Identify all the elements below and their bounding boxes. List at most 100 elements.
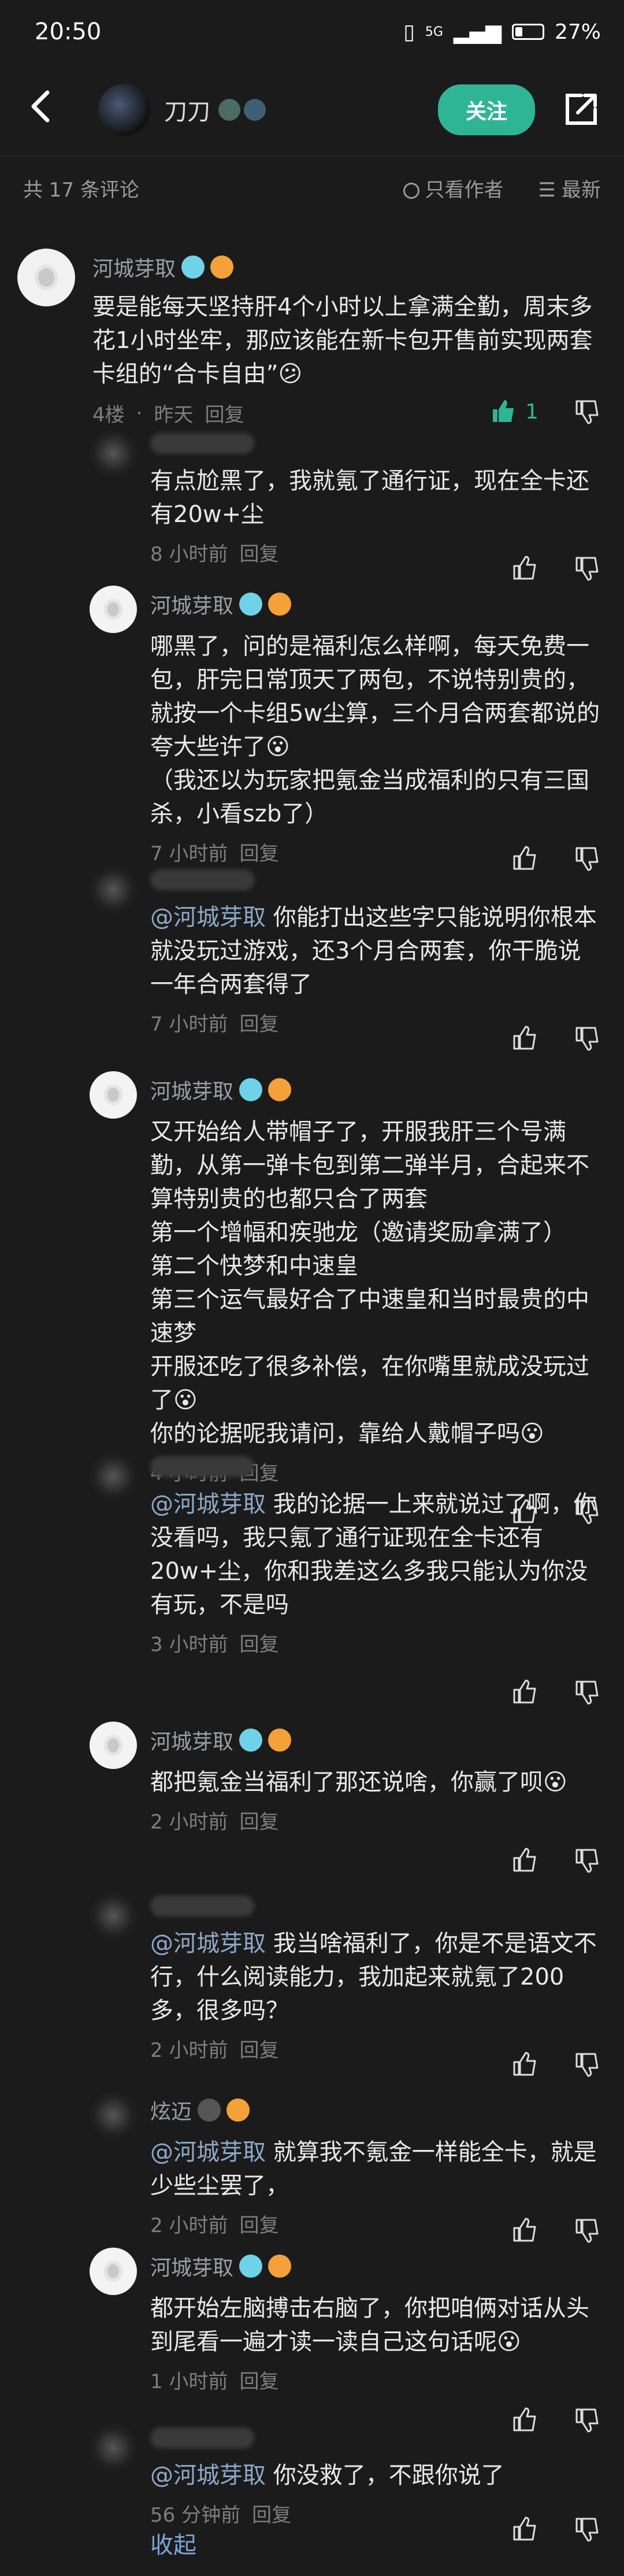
reply-button[interactable]: 回复 [239,538,278,567]
avatar[interactable] [90,1453,137,1500]
reply-username[interactable]: 炫迈 [150,2095,192,2125]
reply-time: 7 小时前 [150,842,228,865]
medal-icon [226,2098,250,2122]
reply-mention[interactable]: @河城芽取 [150,1491,266,1518]
comments-header: 共 17 条评论 只看作者 ☰ 最新 [0,156,624,220]
network-label: 5G [425,24,443,39]
badge-icon [218,98,240,121]
dislike-icon[interactable] [573,398,601,425]
vibrate-icon: ▯ [403,20,415,44]
reply-time: 2 小时前 [150,2039,228,2062]
reply-username-blurred[interactable] [150,2427,254,2448]
dislike-icon[interactable] [573,2515,601,2543]
reply-text: @河城芽取 你能打出这些字只能说明你根本就没玩过游戏，还3个月合两套，你干脆说一… [150,904,597,998]
only-author-toggle[interactable]: 只看作者 [403,174,504,202]
reply-username-blurred[interactable] [150,1456,254,1477]
collapse-button[interactable]: 收起 [150,2526,196,2560]
reply-button[interactable]: 回复 [239,2209,278,2238]
reply-text: @河城芽取 我的论据一上来就说过了啊，你没看吗，我只氪了通行证现在全卡还有20w… [150,1491,597,1618]
level-icon [181,256,205,279]
dislike-icon[interactable] [573,1846,601,1874]
like-icon[interactable] [511,554,538,582]
dislike-icon[interactable] [573,554,601,582]
reply-text: @河城芽取 你没救了，不跟你说了 [150,2462,504,2489]
medal-icon [210,256,234,279]
like-icon[interactable] [511,845,538,872]
level-icon [239,2255,263,2278]
avatar[interactable] [90,430,137,477]
reply-button[interactable]: 回复 [252,2499,291,2527]
comment-time: 昨天 [154,404,194,427]
like-count: 1 [525,399,538,424]
avatar[interactable] [90,1722,137,1769]
level-icon [239,593,263,616]
avatar[interactable] [90,866,137,913]
author-avatar[interactable] [98,83,150,136]
reply-text: @河城芽取 我当啥福利了，你是不是语文不行，什么阅读能力，我加起来就氪了200多… [150,1930,597,2024]
reply-button[interactable]: 回复 [239,2366,278,2394]
like-icon[interactable] [511,1024,538,1052]
reply-username-blurred[interactable] [150,1896,254,1916]
status-time: 20:50 [35,18,102,45]
reply-button[interactable]: 回复 [205,399,244,427]
like-icon[interactable] [511,2051,538,2078]
like-icon[interactable] [511,2216,538,2244]
reply-mention[interactable]: @河城芽取 [150,1930,266,1957]
medal-icon [268,2255,292,2278]
reply-time: 7 小时前 [150,1013,228,1036]
sort-icon: ☰ [538,178,556,202]
reply-text: 都把氪金当福利了那还说啥，你赢了呗😮 [150,1769,567,1796]
reply-time: 1 小时前 [150,2370,228,2393]
like-icon [493,400,514,422]
comment-text: 要是能每天坚持肝4个小时以上拿满全勤，周末多花1小时坐牢，那应该能在新卡包开售前… [92,294,593,387]
reply-mention[interactable]: @河城芽取 [150,2462,266,2489]
comment-username[interactable]: 河城芽取 [92,252,176,282]
author-name[interactable]: 刀刀 [164,93,210,127]
battery-icon [511,24,544,40]
dislike-icon[interactable] [573,2051,601,2078]
dislike-icon[interactable] [573,845,601,872]
avatar[interactable] [90,1071,137,1119]
reply-text: @河城芽取 就算我不氪金一样能全卡，就是少些尘罢了， [150,2139,597,2199]
back-icon[interactable] [29,86,75,134]
like-icon[interactable] [511,2515,538,2543]
like-icon[interactable] [511,1846,538,1874]
avatar[interactable] [17,249,75,306]
reply-username[interactable]: 河城芽取 [150,1075,233,1105]
share-icon[interactable] [560,90,601,130]
reply-button[interactable]: 回复 [239,1628,278,1657]
avatar[interactable] [90,586,137,633]
dislike-icon[interactable] [573,1024,601,1052]
reply-text: 哪黑了，问的是福利怎么样啊，每天免费一包，肝完日常顶天了两包，不说特别贵的，就按… [150,633,600,827]
reply-button[interactable]: 回复 [239,838,278,866]
avatar[interactable] [90,2092,137,2139]
avatar[interactable] [90,2424,137,2471]
reply-username[interactable]: 河城芽取 [150,2251,233,2281]
reply-button[interactable]: 回复 [239,1806,278,1834]
reply-text: 又开始给人带帽子了，开服我肝三个号满勤，从第一弹卡包到第二弹半月，合起来不算特别… [150,1119,589,1447]
follow-button[interactable]: 关注 [437,84,535,135]
medal-icon [268,593,292,616]
author-badges [218,98,266,121]
reply-button[interactable]: 回复 [239,2034,278,2063]
reply-username-blurred[interactable] [150,433,254,454]
battery-level: 27% [554,20,601,44]
sort-latest[interactable]: ☰ 最新 [538,174,601,202]
reply-mention[interactable]: @河城芽取 [150,904,266,931]
avatar[interactable] [90,1892,137,1940]
reply-username[interactable]: 河城芽取 [150,589,233,619]
avatar[interactable] [90,2248,137,2295]
badge-icon [244,98,266,121]
dislike-icon[interactable] [573,2216,601,2244]
reply-button[interactable]: 回复 [239,1008,278,1037]
reply-username-blurred[interactable] [150,869,254,890]
reply-username[interactable]: 河城芽取 [150,1725,233,1755]
medal-icon [268,1078,292,1101]
reply-text: 有点尬黑了，我就氪了通行证，现在全卡还有20w+尘 [150,468,589,528]
level-icon [239,1078,263,1101]
medal-icon [268,1729,292,1752]
dislike-icon[interactable] [573,1678,601,1706]
like-icon[interactable] [511,1678,538,1706]
reply-mention[interactable]: @河城芽取 [150,2139,266,2166]
like-button[interactable]: 1 [489,398,538,425]
